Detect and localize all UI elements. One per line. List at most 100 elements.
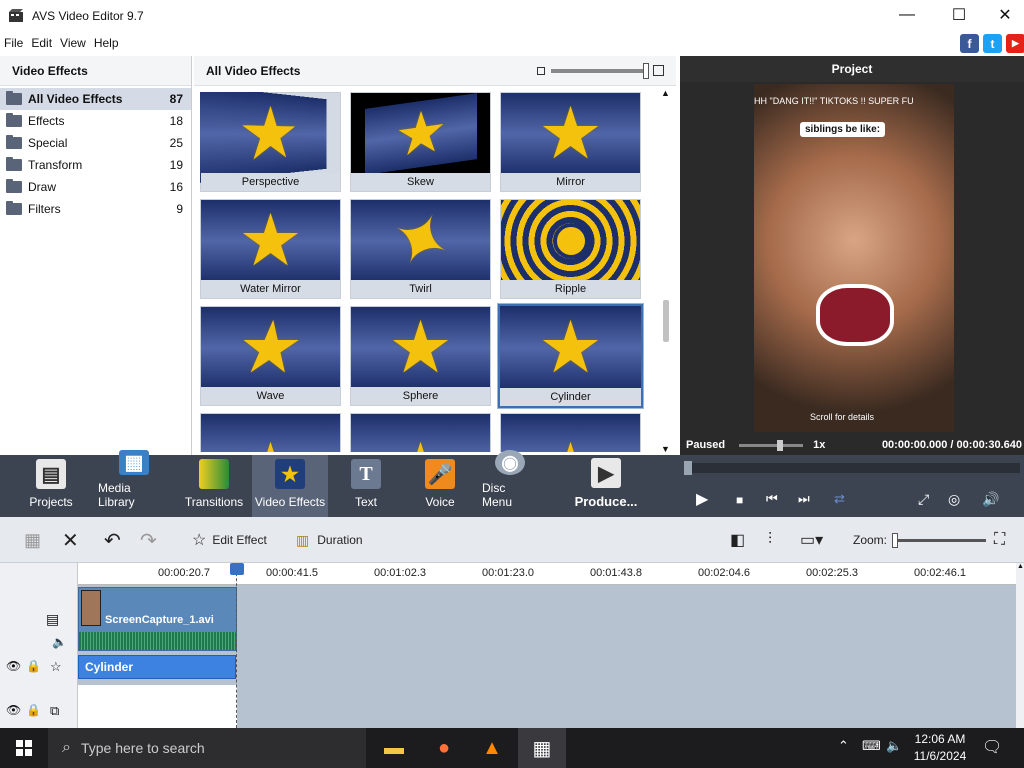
- projects-button[interactable]: ▤ Projects: [24, 455, 78, 517]
- lock-icon[interactable]: 🔒: [26, 659, 41, 673]
- speaker-icon[interactable]: 🔈: [886, 738, 902, 754]
- effect-tile-cylinder[interactable]: ★ Cylinder: [497, 303, 644, 409]
- twirl-star-icon: ✦: [376, 200, 465, 282]
- timeline-ruler[interactable]: 00:00:20.7 00:00:41.5 00:01:02.3 00:01:2…: [78, 563, 1016, 585]
- split-icon[interactable]: ⇄: [834, 491, 845, 507]
- text-button[interactable]: T Text: [344, 455, 388, 517]
- effect-tile-ripple[interactable]: Ripple: [500, 199, 641, 299]
- maximize-button[interactable]: ☐: [936, 0, 982, 30]
- file-explorer-icon[interactable]: ▬: [370, 728, 418, 768]
- effect-tile-partial[interactable]: ★: [350, 413, 491, 452]
- delete-icon[interactable]: ✕: [62, 517, 79, 563]
- eye-icon[interactable]: 👁: [6, 703, 21, 717]
- category-transform[interactable]: Transform 19: [0, 154, 191, 176]
- notification-icon[interactable]: 🗨: [982, 737, 1002, 757]
- menu-help[interactable]: Help: [94, 36, 119, 50]
- menu-view[interactable]: View: [60, 36, 86, 50]
- vlc-icon[interactable]: ▲: [468, 728, 516, 768]
- ruler-tick: 00:00:20.7: [158, 567, 210, 579]
- seek-thumb[interactable]: [684, 461, 692, 475]
- produce-button[interactable]: ▶ Produce...: [570, 455, 642, 517]
- start-button[interactable]: [0, 728, 48, 768]
- facebook-icon[interactable]: f: [960, 34, 979, 53]
- thumb-size-slider[interactable]: [551, 62, 649, 79]
- scroll-up-icon[interactable]: ▲: [1017, 563, 1024, 570]
- effect-tile-twirl[interactable]: ✦ Twirl: [350, 199, 491, 299]
- split-clip-icon[interactable]: ◧: [730, 517, 745, 563]
- video-clip[interactable]: ScreenCapture_1.avi: [78, 587, 237, 651]
- close-button[interactable]: ✕: [982, 0, 1024, 30]
- mute-icon[interactable]: 🔈: [52, 635, 67, 649]
- minimize-button[interactable]: —: [884, 0, 930, 30]
- taskbar-search[interactable]: ⌕ Type here to search: [48, 728, 366, 768]
- speed-slider[interactable]: [739, 439, 804, 451]
- scroll-up-icon[interactable]: ▲: [661, 88, 670, 98]
- zoom-slider-thumb[interactable]: [892, 532, 898, 548]
- category-all-video-effects[interactable]: All Video Effects 87: [0, 88, 191, 110]
- chevron-up-icon[interactable]: ⌃: [838, 738, 849, 754]
- menu-file[interactable]: File: [4, 36, 23, 50]
- menu-edit[interactable]: Edit: [31, 36, 52, 50]
- volume-icon[interactable]: 🔊: [982, 491, 999, 508]
- playhead[interactable]: [230, 563, 244, 728]
- timeline-tracks[interactable]: ScreenCapture_1.avi Cylinder: [78, 563, 1016, 728]
- audio-mixer-icon[interactable]: ⫶: [768, 517, 772, 563]
- effect-tile-perspective[interactable]: ★ Perspective: [200, 92, 341, 192]
- youtube-icon[interactable]: ▶: [1006, 34, 1024, 53]
- category-special[interactable]: Special 25: [0, 132, 191, 154]
- fit-timeline-icon[interactable]: ⛶: [994, 517, 1005, 563]
- effect-tile-skew[interactable]: ★ Skew: [350, 92, 491, 192]
- category-draw[interactable]: Draw 16: [0, 176, 191, 198]
- grid-scrollbar[interactable]: ▲ ▼: [658, 88, 674, 454]
- scroll-down-icon[interactable]: ▼: [661, 444, 670, 454]
- effect-tile-sphere[interactable]: ★ Sphere: [350, 306, 491, 406]
- effect-track-icon: ☆: [50, 659, 62, 674]
- undo-icon[interactable]: ↶: [104, 517, 121, 563]
- effect-label: Skew: [351, 173, 490, 191]
- play-button[interactable]: ▶: [696, 489, 708, 509]
- video-preview[interactable]: HH "DANG IT!!" TIKTOKS !! SUPER FU sibli…: [754, 84, 954, 432]
- effect-tile-partial[interactable]: ★: [500, 413, 641, 452]
- zoom-slider[interactable]: [892, 517, 988, 563]
- duration-button[interactable]: ▥ Duration: [296, 517, 363, 563]
- edit-effect-button[interactable]: ☆ Edit Effect: [192, 517, 267, 563]
- slider-thumb[interactable]: [643, 62, 649, 79]
- next-frame-button[interactable]: ⏭: [798, 491, 810, 507]
- eye-icon[interactable]: 👁: [6, 659, 21, 673]
- small-thumbs-icon[interactable]: [537, 66, 545, 75]
- speed-slider-thumb[interactable]: [777, 439, 784, 451]
- network-icon[interactable]: ⌨: [862, 738, 881, 754]
- firefox-icon[interactable]: ●: [420, 728, 468, 768]
- clock-time[interactable]: 12:06 AM: [912, 732, 968, 746]
- disc-menu-button[interactable]: ◉ Disc Menu: [482, 450, 538, 517]
- transitions-button[interactable]: Transitions: [184, 455, 244, 517]
- large-thumbs-icon[interactable]: [653, 65, 664, 76]
- category-effects[interactable]: Effects 18: [0, 110, 191, 132]
- storyboard-icon[interactable]: ▦: [24, 517, 41, 563]
- effect-tile-partial[interactable]: ★: [200, 413, 341, 452]
- snapshot-icon[interactable]: ◎: [948, 491, 960, 508]
- effect-tile-wave[interactable]: ★ Wave: [200, 306, 341, 406]
- effect-tile-water-mirror[interactable]: ★ Water Mirror: [200, 199, 341, 299]
- previous-frame-button[interactable]: ⏮: [766, 491, 778, 507]
- category-filters[interactable]: Filters 9: [0, 198, 191, 220]
- overlay-track-area[interactable]: [78, 685, 237, 728]
- lock-icon[interactable]: 🔒: [26, 703, 41, 717]
- stop-button[interactable]: ■: [736, 493, 743, 507]
- effect-tile-mirror[interactable]: ★ Mirror: [500, 92, 641, 192]
- timeline-scrollbar[interactable]: ▲: [1016, 563, 1024, 728]
- video-caption: HH "DANG IT!!" TIKTOKS !! SUPER FU: [754, 96, 914, 106]
- effect-clip[interactable]: Cylinder: [78, 655, 236, 679]
- media-library-button[interactable]: ▦ Media Library: [98, 450, 170, 517]
- redo-icon[interactable]: ↷: [140, 517, 157, 563]
- voice-button[interactable]: 🎤 Voice: [418, 455, 462, 517]
- seek-track[interactable]: [684, 461, 1020, 475]
- twitter-icon[interactable]: t: [983, 34, 1002, 53]
- scroll-thumb[interactable]: [663, 300, 669, 342]
- fullscreen-icon[interactable]: ⤢: [918, 491, 929, 508]
- clock-date[interactable]: 11/6/2024: [912, 749, 968, 763]
- playhead-handle[interactable]: [230, 563, 244, 575]
- avs-taskbar-icon[interactable]: ▦: [518, 728, 566, 768]
- video-effects-button[interactable]: ★ Video Effects: [252, 455, 328, 517]
- monitor-icon[interactable]: ▭▾: [800, 517, 823, 563]
